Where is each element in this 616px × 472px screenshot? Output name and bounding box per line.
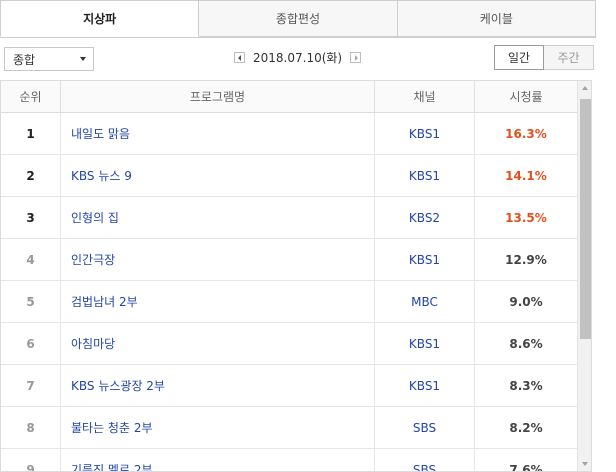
date-navigator: 2018.07.10(화) bbox=[234, 49, 362, 66]
table-row[interactable]: 5 검법남녀 2부 MBC 9.0% bbox=[1, 281, 577, 323]
rank-cell: 4 bbox=[1, 239, 61, 280]
scrollbar-thumb[interactable] bbox=[580, 99, 591, 339]
channel-cell: KBS1 bbox=[375, 365, 475, 406]
program-link[interactable]: 불타는 청춘 2부 bbox=[61, 407, 375, 448]
channel-cell: MBC bbox=[375, 281, 475, 322]
table-row[interactable]: 8 불타는 청춘 2부 SBS 8.2% bbox=[1, 407, 577, 449]
table-row[interactable]: 9 기름진 멜로 2부 SBS 7.6% bbox=[1, 449, 577, 472]
rank-cell: 2 bbox=[1, 155, 61, 196]
program-link[interactable]: 기름진 멜로 2부 bbox=[61, 449, 375, 471]
rating-cell: 13.5% bbox=[505, 210, 547, 225]
table-header: 순위 프로그램명 채널 시청률 bbox=[1, 81, 577, 113]
category-select-value: 종합 bbox=[13, 52, 36, 67]
weekly-button[interactable]: 주간 bbox=[544, 45, 594, 70]
controls-bar: 종합 2018.07.10(화) 일간 주간 bbox=[0, 44, 596, 72]
rating-cell: 8.3% bbox=[509, 378, 543, 393]
program-link[interactable]: 인형의 집 bbox=[61, 197, 375, 238]
rank-cell: 7 bbox=[1, 365, 61, 406]
rank-cell: 9 bbox=[1, 449, 61, 471]
period-toggle: 일간 주간 bbox=[494, 45, 594, 70]
header-channel: 채널 bbox=[375, 81, 475, 112]
table-row[interactable]: 4 인간극장 KBS1 12.9% bbox=[1, 239, 577, 281]
rank-cell: 8 bbox=[1, 407, 61, 448]
next-date-button[interactable] bbox=[350, 52, 362, 63]
program-link[interactable]: 인간극장 bbox=[61, 239, 375, 280]
rating-cell: 14.1% bbox=[505, 168, 547, 183]
rating-cell: 8.6% bbox=[509, 336, 543, 351]
program-link[interactable]: 아침마당 bbox=[61, 323, 375, 364]
rank-cell: 5 bbox=[1, 281, 61, 322]
daily-button[interactable]: 일간 bbox=[494, 45, 544, 70]
header-rating: 시청률 bbox=[509, 90, 543, 104]
channel-cell: SBS bbox=[375, 449, 475, 471]
broadcast-tabs: 지상파 종합편성 케이블 bbox=[0, 0, 596, 38]
prev-date-button[interactable] bbox=[234, 52, 245, 63]
rank-cell: 6 bbox=[1, 323, 61, 364]
rating-cell: 8.2% bbox=[509, 420, 543, 435]
rank-cell: 1 bbox=[1, 113, 61, 154]
rank-cell: 3 bbox=[1, 197, 61, 238]
category-select[interactable]: 종합 bbox=[4, 47, 94, 71]
current-date: 2018.07.10(화) bbox=[253, 51, 343, 65]
table-body: 1 내일도 맑음 KBS1 16.3% 2 KBS 뉴스 9 KBS1 14.1… bbox=[1, 113, 577, 472]
rating-cell: 9.0% bbox=[509, 294, 543, 309]
channel-cell: KBS2 bbox=[375, 197, 475, 238]
program-link[interactable]: KBS 뉴스 9 bbox=[61, 155, 375, 196]
table-row[interactable]: 7 KBS 뉴스광장 2부 KBS1 8.3% bbox=[1, 365, 577, 407]
channel-cell: SBS bbox=[375, 407, 475, 448]
header-program: 프로그램명 bbox=[61, 81, 375, 112]
scroll-down-arrow-icon[interactable] bbox=[578, 456, 591, 471]
rating-cell: 7.6% bbox=[509, 462, 543, 472]
scroll-up-arrow-icon[interactable] bbox=[578, 81, 591, 96]
vertical-scrollbar[interactable] bbox=[577, 81, 591, 471]
channel-cell: KBS1 bbox=[375, 155, 475, 196]
rating-cell: 12.9% bbox=[505, 252, 547, 267]
program-link[interactable]: 검법남녀 2부 bbox=[61, 281, 375, 322]
table-row[interactable]: 1 내일도 맑음 KBS1 16.3% bbox=[1, 113, 577, 155]
header-rank: 순위 bbox=[1, 81, 61, 112]
table-row[interactable]: 6 아침마당 KBS1 8.6% bbox=[1, 323, 577, 365]
table-row[interactable]: 3 인형의 집 KBS2 13.5% bbox=[1, 197, 577, 239]
tab-general-programming[interactable]: 종합편성 bbox=[199, 0, 398, 37]
channel-cell: KBS1 bbox=[375, 323, 475, 364]
tab-cable[interactable]: 케이블 bbox=[397, 0, 596, 37]
table-row[interactable]: 2 KBS 뉴스 9 KBS1 14.1% bbox=[1, 155, 577, 197]
channel-cell: KBS1 bbox=[375, 239, 475, 280]
ratings-table: 순위 프로그램명 채널 시청률 1 내일도 맑음 KBS1 16.3% 2 KB… bbox=[0, 80, 592, 472]
channel-cell: KBS1 bbox=[375, 113, 475, 154]
tab-terrestrial[interactable]: 지상파 bbox=[0, 0, 200, 37]
chevron-down-icon bbox=[80, 57, 86, 61]
program-link[interactable]: 내일도 맑음 bbox=[61, 113, 375, 154]
program-link[interactable]: KBS 뉴스광장 2부 bbox=[61, 365, 375, 406]
rating-cell: 16.3% bbox=[505, 126, 547, 141]
